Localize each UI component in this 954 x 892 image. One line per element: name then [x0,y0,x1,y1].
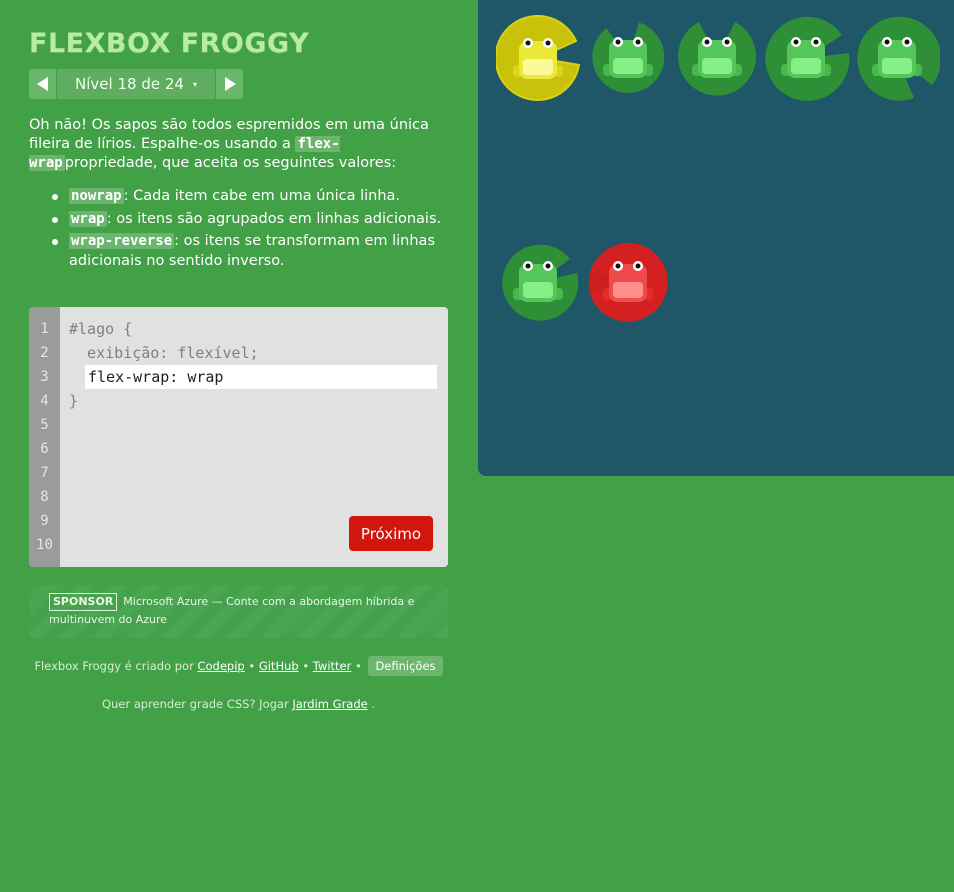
line-number: 7 [40,465,49,481]
separator: • [244,659,259,673]
option-text: : os itens são agrupados em linhas adici… [106,210,442,227]
list-item: nowrap: Cada item cabe em uma única linh… [49,187,449,207]
level-indicator[interactable]: Nível 18 de 24 ▾ [56,69,216,99]
grid-garden-link[interactable]: Jardim Grade [292,697,367,711]
credits-prefix: Flexbox Froggy é criado por [34,659,198,673]
instructions: Oh não! Os sapos são todos espremidos em… [29,116,449,274]
code-line-4: } [69,392,79,410]
intro-text-1: Oh não! Os sapos são todos espremidos em… [29,117,429,152]
level-label: Nível 18 de 24 [75,75,184,93]
level-navigation: Nível 18 de 24 ▾ [29,69,243,99]
frog-yellow [513,38,563,79]
code-input[interactable] [85,365,437,389]
option-code: wrap-reverse [69,233,175,249]
caret-down-icon: ▾ [192,79,197,89]
separator: • [298,659,313,673]
line-number: 5 [40,417,49,433]
code-area: #lago { exibição: flexível; } [69,319,438,415]
credits: Flexbox Froggy é criado por Codepip • Gi… [29,656,448,676]
line-number: 8 [40,489,49,505]
pond [478,0,954,476]
line-number: 6 [40,441,49,457]
promo-prefix: Quer aprender grade CSS? Jogar [101,697,293,711]
sponsor-banner[interactable]: SPONSOR Microsoft Azure — Conte com a abo… [29,585,448,638]
github-link[interactable]: GitHub [259,659,299,673]
arrow-right-icon [224,77,236,91]
frog-green [781,37,831,78]
code-editor: 1 2 3 4 5 6 7 8 9 10 #lago { exibição: f… [29,307,448,567]
codepip-link[interactable]: Codepip [197,659,244,673]
twitter-link[interactable]: Twitter [313,659,352,673]
line-number: 10 [36,537,53,553]
line-numbers: 1 2 3 4 5 6 7 8 9 10 [29,307,60,567]
line-number: 2 [40,345,49,361]
code-line-2: exibição: flexível; [69,344,259,362]
line-number: 4 [40,393,49,409]
arrow-left-icon [36,77,48,91]
instructions-intro: Oh não! Os sapos são todos espremidos em… [29,116,449,173]
frog-green [692,37,742,78]
list-item: wrap: os itens são agrupados em linhas a… [49,210,449,230]
intro-text-2: propriedade, que aceita os seguintes val… [64,155,397,171]
grid-garden-promo: Quer aprender grade CSS? Jogar Jardim Gr… [29,697,448,711]
option-code: wrap [69,210,107,227]
previous-level-button[interactable] [29,69,56,99]
frog-red [603,261,653,302]
list-item: wrap-reverse: os itens se transformam em… [49,232,449,271]
option-code: nowrap [69,188,124,204]
option-text: : Cada item cabe em uma única linha. [123,188,401,204]
sponsor-badge: SPONSOR [49,593,118,611]
next-level-button[interactable] [216,69,243,99]
line-number: 9 [40,513,49,529]
promo-suffix: . [367,697,376,711]
code-line-1: #lago { [69,320,133,338]
frog-green [603,37,653,78]
options-list: nowrap: Cada item cabe em uma única linh… [29,187,449,271]
frog-green [513,261,563,302]
frog-green [872,37,922,78]
line-number: 1 [40,321,49,337]
page-title: FLEXBOX FROGGY [29,28,310,59]
sidebar: FLEXBOX FROGGY Nível 18 de 24 ▾ Oh não! … [0,0,478,892]
separator: • [351,659,366,673]
next-button[interactable]: Próximo [349,516,433,551]
line-number: 3 [40,369,49,385]
settings-button[interactable]: Definições [368,656,443,676]
